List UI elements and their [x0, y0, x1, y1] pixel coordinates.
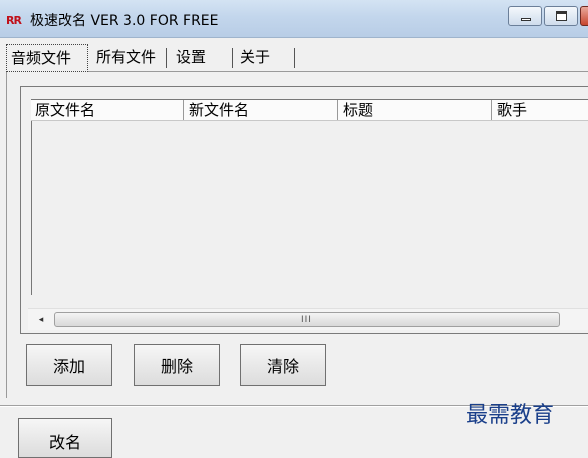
- column-title[interactable]: 标题: [339, 100, 491, 120]
- add-button[interactable]: 添加: [26, 344, 112, 386]
- column-divider[interactable]: [491, 100, 492, 120]
- clear-button[interactable]: 清除: [240, 344, 326, 386]
- rename-button[interactable]: 改名: [18, 418, 112, 458]
- tab-separator: [232, 48, 233, 68]
- title-bar: RR 极速改名 VER 3.0 FOR FREE: [0, 0, 588, 38]
- grip-icon: III: [301, 315, 312, 325]
- column-original-name[interactable]: 原文件名: [31, 100, 183, 120]
- minimize-button[interactable]: [508, 6, 542, 26]
- column-artist[interactable]: 歌手: [493, 100, 588, 120]
- tab-about[interactable]: 关于: [236, 44, 274, 72]
- tab-settings[interactable]: 设置: [172, 44, 210, 72]
- scrollbar-thumb[interactable]: III: [54, 312, 560, 327]
- tab-separator: [166, 48, 167, 68]
- tab-all-files[interactable]: 所有文件: [92, 44, 160, 72]
- delete-button[interactable]: 删除: [134, 344, 220, 386]
- list-body[interactable]: [31, 121, 588, 307]
- app-logo-icon: RR: [6, 14, 22, 27]
- column-divider[interactable]: [183, 100, 184, 120]
- column-divider[interactable]: [337, 100, 338, 120]
- tab-separator: [294, 48, 295, 68]
- watermark-text: 最需教育: [466, 403, 555, 428]
- tab-audio-files[interactable]: 音频文件: [6, 44, 88, 72]
- horizontal-scrollbar[interactable]: ◂ III: [28, 308, 588, 330]
- scroll-left-arrow-icon[interactable]: ◂: [34, 313, 48, 327]
- column-new-name[interactable]: 新文件名: [185, 100, 337, 120]
- file-list[interactable]: 原文件名 新文件名 标题 歌手: [20, 86, 588, 334]
- close-button[interactable]: [580, 6, 588, 26]
- maximize-button[interactable]: [544, 6, 578, 26]
- list-header: 原文件名 新文件名 标题 歌手: [31, 99, 588, 121]
- window-title: 极速改名 VER 3.0 FOR FREE: [30, 13, 219, 29]
